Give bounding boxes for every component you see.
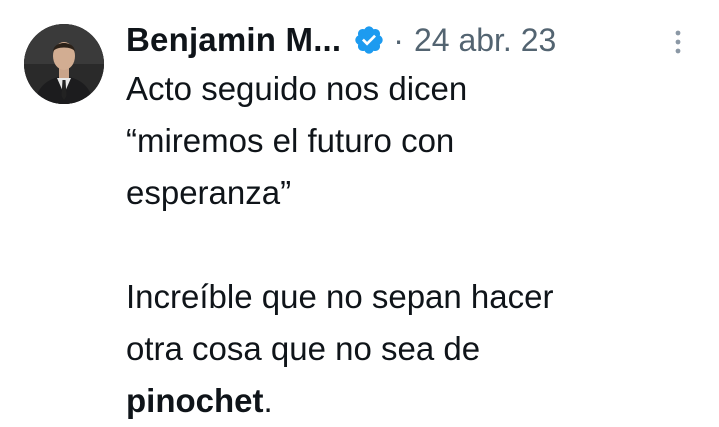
verified-badge-icon: [353, 24, 385, 56]
tweet[interactable]: Benjamin M... · 24 abr. 23 Acto seguido …: [0, 0, 719, 419]
header-separator: ·: [393, 21, 404, 58]
tweet-text-bold: pinochet: [126, 382, 264, 419]
tweet-text-line: “miremos el futuro con: [126, 122, 455, 159]
tweet-text-line: Increíble que no sepan hacer: [126, 278, 554, 315]
tweet-date[interactable]: 24 abr. 23: [414, 22, 556, 59]
author-name[interactable]: Benjamin M...: [126, 21, 341, 59]
tweet-text: Acto seguido nos dicen “miremos el futur…: [126, 63, 686, 427]
more-options-button[interactable]: [662, 26, 694, 58]
tweet-text-line: esperanza”: [126, 174, 292, 211]
avatar-image: [24, 24, 104, 104]
tweet-header: Benjamin M... · 24 abr. 23: [126, 14, 556, 66]
more-vertical-icon: [675, 30, 681, 54]
tweet-text-line: Acto seguido nos dicen: [126, 70, 468, 107]
avatar[interactable]: [24, 24, 104, 104]
tweet-text-line: pinochet.: [126, 375, 686, 427]
tweet-text-punctuation: .: [263, 382, 273, 419]
tweet-text-line: otra cosa que no sea de: [126, 330, 481, 367]
